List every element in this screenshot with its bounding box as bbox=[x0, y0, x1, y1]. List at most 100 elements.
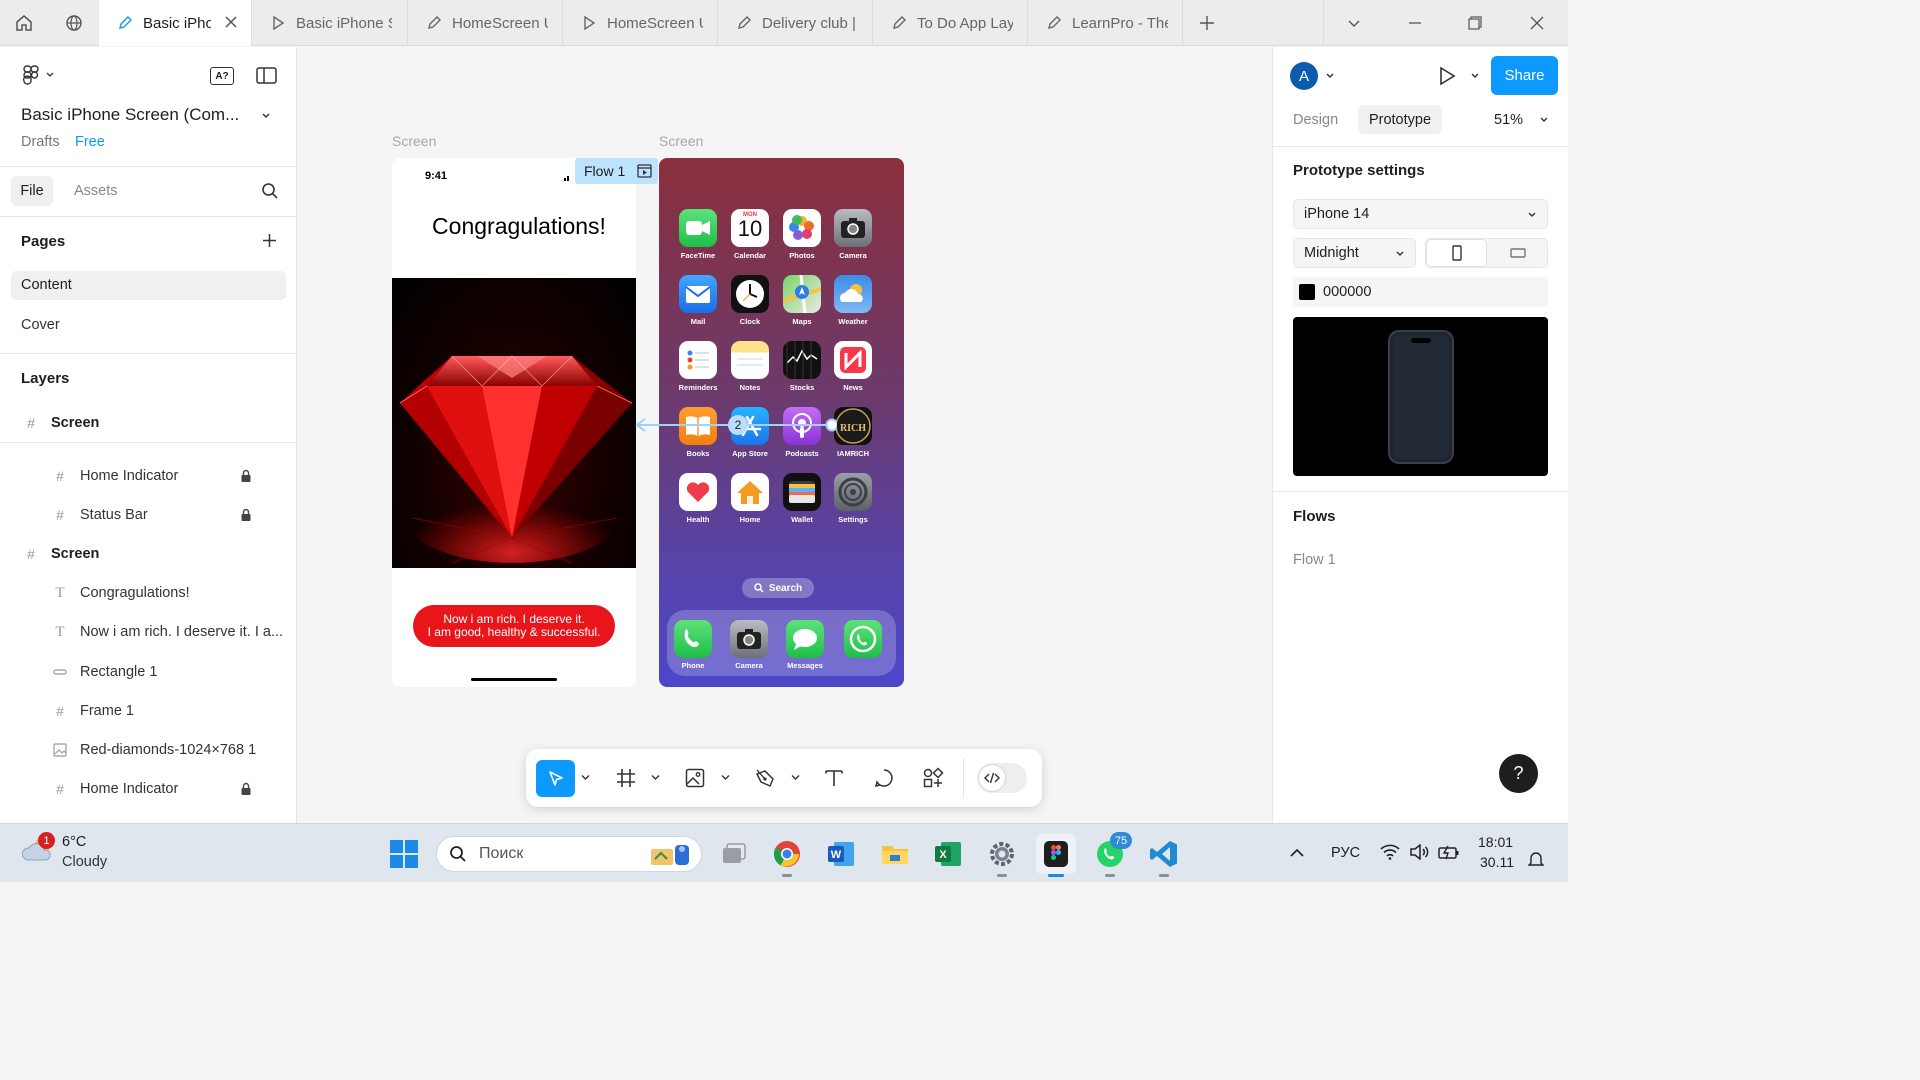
layer-row-now-i-am-rich[interactable]: T Now i am rich. I deserve it. I a... bbox=[0, 614, 296, 650]
calendar-app-icon[interactable]: MON 10 bbox=[731, 209, 769, 247]
present-flow-icon[interactable] bbox=[637, 164, 652, 178]
help-button[interactable]: ? bbox=[1499, 754, 1538, 793]
dev-mode-toggle[interactable] bbox=[977, 763, 1027, 793]
dock-whatsapp-icon[interactable] bbox=[844, 620, 882, 658]
main-menu-button[interactable] bbox=[22, 65, 54, 85]
tab-homescreen-ui[interactable]: HomeScreen UI bbox=[408, 0, 563, 46]
color-swatch[interactable] bbox=[1299, 284, 1315, 300]
notification-center-icon[interactable] bbox=[1528, 850, 1544, 868]
minimize-icon[interactable] bbox=[1385, 0, 1445, 46]
iamrich-app-icon[interactable]: RICH bbox=[834, 407, 872, 445]
file-explorer-icon[interactable] bbox=[875, 834, 915, 874]
weather-app-icon[interactable] bbox=[834, 275, 872, 313]
chrome-icon[interactable] bbox=[767, 834, 807, 877]
move-tool-icon[interactable] bbox=[536, 760, 575, 797]
tab-learnpro[interactable]: LearnPro - The bbox=[1028, 0, 1183, 46]
dock-messages-icon[interactable] bbox=[786, 620, 824, 658]
word-icon[interactable]: W bbox=[821, 834, 861, 874]
taskbar-search[interactable]: Поиск bbox=[436, 836, 702, 872]
design-canvas[interactable]: Screen Screen 9:41 Congragulations! Now … bbox=[297, 47, 1272, 823]
stocks-app-icon[interactable] bbox=[783, 341, 821, 379]
layer-row-rectangle-1[interactable]: Rectangle 1 bbox=[0, 654, 296, 690]
plan-badge[interactable]: Free bbox=[75, 134, 105, 150]
battery-charging-icon[interactable] bbox=[1438, 844, 1460, 860]
close-window-icon[interactable] bbox=[1507, 0, 1567, 46]
flow-item[interactable]: Flow 1 bbox=[1293, 552, 1336, 568]
chevron-up-icon[interactable] bbox=[1290, 848, 1304, 858]
components-tool-icon[interactable] bbox=[917, 762, 949, 794]
landscape-orientation-icon[interactable] bbox=[1488, 239, 1548, 267]
portrait-orientation-icon[interactable] bbox=[1426, 239, 1487, 267]
dock-camera-icon[interactable] bbox=[730, 620, 768, 658]
chevron-down-icon[interactable] bbox=[1470, 72, 1480, 80]
lock-icon[interactable] bbox=[240, 469, 252, 483]
chevron-down-icon[interactable] bbox=[791, 774, 800, 781]
chevron-down-icon[interactable] bbox=[581, 774, 590, 781]
globe-icon[interactable] bbox=[50, 0, 98, 46]
task-view-icon[interactable] bbox=[714, 834, 754, 874]
image-tool-icon[interactable] bbox=[679, 762, 711, 794]
layer-row-screen[interactable]: # Screen bbox=[0, 405, 296, 441]
home-icon[interactable] bbox=[0, 0, 48, 46]
layer-row-home-indicator[interactable]: # Home Indicator bbox=[0, 458, 296, 494]
facetime-app-icon[interactable] bbox=[679, 209, 717, 247]
file-title[interactable]: Basic iPhone Screen (Com... bbox=[21, 105, 239, 125]
health-app-icon[interactable] bbox=[679, 473, 717, 511]
layer-row-status-bar[interactable]: # Status Bar bbox=[0, 497, 296, 533]
new-tab-plus-icon[interactable] bbox=[1183, 0, 1231, 46]
whatsapp-icon[interactable]: 75 bbox=[1090, 832, 1132, 877]
tab-basic-iphone-screen-2[interactable]: Basic iPhone Screen bbox=[252, 0, 408, 46]
chevron-down-icon[interactable] bbox=[651, 774, 660, 781]
tab-delivery-club[interactable]: Delivery club | Mobile bbox=[718, 0, 873, 46]
frame-tool-icon[interactable] bbox=[610, 762, 642, 794]
tab-assets[interactable]: Assets bbox=[74, 183, 118, 199]
tab-list-chevron-icon[interactable] bbox=[1323, 0, 1383, 46]
tab-basic-iphone-screen[interactable]: Basic iPhone Screen bbox=[99, 0, 252, 46]
language-indicator[interactable]: РУС bbox=[1331, 845, 1360, 861]
toggle-sidebar-icon[interactable] bbox=[256, 67, 277, 84]
chevron-down-icon[interactable] bbox=[721, 774, 730, 781]
flow-start-badge[interactable]: Flow 1 bbox=[575, 158, 658, 184]
frame-label[interactable]: Screen bbox=[392, 133, 436, 149]
layer-row-frame-1[interactable]: # Frame 1 bbox=[0, 693, 296, 729]
share-button[interactable]: Share bbox=[1491, 56, 1558, 95]
add-page-plus-icon[interactable] bbox=[262, 233, 277, 248]
lock-icon[interactable] bbox=[240, 782, 252, 796]
mail-app-icon[interactable] bbox=[679, 275, 717, 313]
affirmation-button[interactable]: Now i am rich. I deserve it. I am good, … bbox=[413, 605, 615, 647]
file-location[interactable]: Drafts bbox=[21, 134, 60, 150]
chevron-down-icon[interactable] bbox=[1539, 116, 1549, 124]
comment-tool-icon[interactable] bbox=[868, 762, 900, 794]
present-play-icon[interactable] bbox=[1438, 66, 1456, 86]
frame-label[interactable]: Screen bbox=[659, 133, 703, 149]
layer-row-red-diamonds[interactable]: Red-diamonds-1024×768 1 bbox=[0, 732, 296, 768]
clock-app-icon[interactable] bbox=[731, 275, 769, 313]
connection-number-badge[interactable]: 2 bbox=[728, 415, 748, 435]
lock-icon[interactable] bbox=[240, 508, 252, 522]
dock-phone-icon[interactable] bbox=[674, 620, 712, 658]
news-app-icon[interactable] bbox=[834, 341, 872, 379]
camera-app-icon[interactable] bbox=[834, 209, 872, 247]
weather-widget[interactable]: 1 bbox=[22, 832, 56, 862]
zoom-level[interactable]: 51% bbox=[1494, 112, 1523, 128]
chevron-down-icon[interactable] bbox=[1325, 72, 1335, 80]
clock-date[interactable]: 30.11 bbox=[1480, 854, 1514, 870]
layer-row-home-indicator-2[interactable]: # Home Indicator bbox=[0, 771, 296, 807]
vscode-icon[interactable] bbox=[1144, 834, 1184, 877]
tab-design[interactable]: Design bbox=[1293, 112, 1338, 128]
photos-app-icon[interactable] bbox=[783, 209, 821, 247]
search-icon[interactable] bbox=[261, 182, 279, 200]
windows-start-icon[interactable] bbox=[384, 834, 424, 874]
home-app-icon[interactable] bbox=[731, 473, 769, 511]
excel-icon[interactable]: X bbox=[928, 834, 968, 874]
page-item-content[interactable]: Content bbox=[11, 271, 286, 300]
screen-frame-congrats[interactable]: 9:41 Congragulations! Now i am rich. I d… bbox=[392, 158, 636, 687]
clock-time[interactable]: 18:01 bbox=[1478, 834, 1513, 850]
close-tab-icon[interactable] bbox=[223, 14, 239, 30]
layer-row-screen-2[interactable]: # Screen bbox=[0, 536, 296, 572]
pen-tool-icon[interactable] bbox=[749, 762, 781, 794]
wifi-icon[interactable] bbox=[1380, 844, 1400, 860]
figma-app-icon[interactable] bbox=[1036, 834, 1076, 877]
background-color-field[interactable]: 000000 bbox=[1293, 277, 1548, 307]
background-color-value[interactable]: 000000 bbox=[1323, 284, 1371, 300]
